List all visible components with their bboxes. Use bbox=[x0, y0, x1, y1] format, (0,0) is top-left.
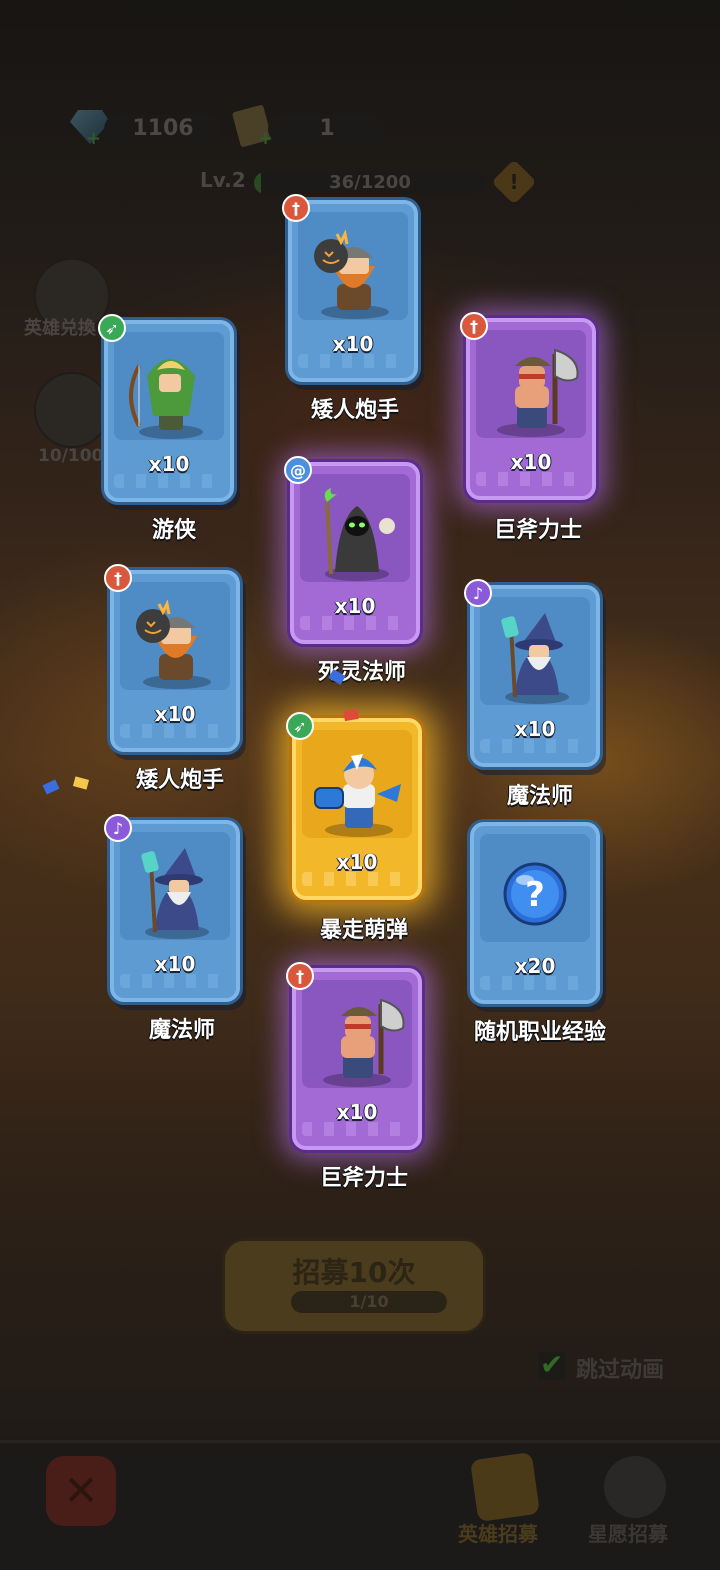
card-count: x10 bbox=[154, 952, 196, 976]
bow-icon: ➶ bbox=[286, 712, 314, 740]
xp-text: 36/1200 bbox=[329, 172, 411, 193]
wizard-icon bbox=[141, 848, 209, 939]
swirl-icon: @ bbox=[284, 456, 312, 484]
hero-card-name: 随机职业经验 bbox=[473, 1020, 606, 1045]
hero-card[interactable]: x10 † bbox=[282, 194, 418, 382]
card-count: x10 bbox=[154, 702, 196, 726]
hero-card[interactable]: x10 ♪ bbox=[104, 814, 240, 1002]
card-decoration bbox=[120, 724, 230, 738]
axe-warrior-icon bbox=[323, 998, 405, 1087]
hero-card[interactable]: x10 † bbox=[104, 564, 240, 752]
card-portrait: ? bbox=[480, 834, 590, 942]
rampage-gunner-icon bbox=[314, 754, 401, 837]
close-button[interactable]: ✕ bbox=[46, 1456, 116, 1526]
recruit-progress-bar: 1/10 bbox=[291, 1291, 447, 1313]
hero-card[interactable]: x10 ♪ bbox=[464, 579, 600, 767]
card-count: x10 bbox=[148, 452, 190, 476]
card-decoration bbox=[300, 616, 410, 630]
card-portrait bbox=[480, 597, 590, 705]
skip-animation-label: 跳过动画 bbox=[576, 1358, 665, 1383]
hero-card[interactable]: x10 ➶ bbox=[98, 314, 234, 502]
cannon-icon: † bbox=[104, 564, 132, 592]
necromancer-icon bbox=[324, 488, 395, 581]
hero-card-name: 游侠 bbox=[151, 518, 196, 543]
wizard-icon bbox=[501, 613, 569, 704]
card-decoration bbox=[302, 1122, 412, 1136]
hero-card[interactable]: x10 ➶ bbox=[286, 712, 422, 900]
xp-bar: 36/1200 bbox=[254, 172, 486, 194]
hero-card[interactable]: x10 @ bbox=[284, 456, 420, 644]
hero-card-name: 矮人炮手 bbox=[310, 398, 399, 423]
star-recruit-tab-icon[interactable] bbox=[604, 1456, 666, 1518]
star-shard-button[interactable] bbox=[34, 372, 110, 448]
card-decoration bbox=[120, 974, 230, 988]
card-count: x20 bbox=[514, 954, 556, 978]
ticket-counter: 1 bbox=[268, 114, 386, 144]
player-level: Lv.2 bbox=[200, 168, 246, 192]
check-icon: ✔ bbox=[540, 1348, 564, 1381]
card-count: x10 bbox=[332, 332, 374, 356]
hero-card[interactable]: x10 † bbox=[460, 312, 596, 500]
hero-recruit-tab-icon[interactable] bbox=[469, 1451, 541, 1523]
staff-icon: ♪ bbox=[464, 579, 492, 607]
hero-card-name: 暴走萌弹 bbox=[319, 918, 408, 943]
tab-star-recruit[interactable]: 星愿招募 bbox=[588, 1518, 668, 1547]
card-decoration bbox=[476, 472, 586, 486]
recruit-progress-text: 1/10 bbox=[349, 1292, 389, 1311]
card-decoration bbox=[480, 976, 590, 990]
hero-card[interactable]: x10 † bbox=[286, 962, 422, 1150]
card-count: x10 bbox=[334, 594, 376, 618]
card-portrait bbox=[302, 730, 412, 838]
axe-warrior-icon bbox=[497, 348, 579, 437]
staff-icon: ♪ bbox=[104, 814, 132, 842]
card-portrait bbox=[114, 332, 224, 440]
add-gems-icon: + bbox=[86, 128, 102, 149]
card-portrait bbox=[300, 474, 410, 582]
tab-hero-recruit[interactable]: 英雄招募 bbox=[458, 1518, 538, 1547]
card-count: x10 bbox=[336, 850, 378, 874]
question-orb-icon: ? bbox=[503, 862, 567, 926]
hero-card-name: 魔法师 bbox=[148, 1018, 215, 1043]
dwarf-bomber-icon bbox=[314, 229, 389, 319]
card-portrait bbox=[476, 330, 586, 438]
cannon-icon: † bbox=[286, 962, 314, 990]
warning-glyph: ! bbox=[509, 170, 519, 194]
recruit-10-label: 招募10次 bbox=[292, 1256, 416, 1289]
card-portrait bbox=[120, 582, 230, 690]
bow-icon: ➶ bbox=[98, 314, 126, 342]
question-mark: ? bbox=[525, 875, 545, 915]
hero-card-name: 矮人炮手 bbox=[135, 768, 224, 793]
hero-card-name: 巨斧力士 bbox=[319, 1166, 408, 1191]
hero-card-name: 魔法师 bbox=[506, 784, 573, 809]
card-portrait bbox=[298, 212, 408, 320]
card-portrait bbox=[120, 832, 230, 940]
hero-card[interactable]: ? x20 bbox=[470, 822, 600, 1004]
card-decoration bbox=[302, 872, 412, 886]
card-decoration bbox=[298, 354, 408, 368]
cannon-icon: † bbox=[460, 312, 488, 340]
cannon-icon: † bbox=[282, 194, 310, 222]
card-count: x10 bbox=[336, 1100, 378, 1124]
recruit-10-button[interactable]: 招募10次 1/10 bbox=[222, 1238, 486, 1334]
ranger-icon bbox=[129, 359, 203, 439]
gem-counter: 1106 bbox=[104, 114, 222, 144]
hero-card-name: 死灵法师 bbox=[317, 660, 406, 685]
card-count: x10 bbox=[510, 450, 552, 474]
card-portrait bbox=[302, 980, 412, 1088]
hero-card-name: 巨斧力士 bbox=[493, 518, 582, 543]
hero-exchange-label: 英雄兑換 bbox=[24, 318, 96, 339]
card-decoration bbox=[480, 739, 590, 753]
card-count: x10 bbox=[514, 717, 556, 741]
close-icon: ✕ bbox=[63, 1466, 99, 1515]
warning-icon[interactable]: ! bbox=[491, 159, 537, 205]
dwarf-bomber-icon bbox=[136, 599, 211, 689]
star-shard-counter: 10/100 bbox=[38, 446, 104, 466]
card-decoration bbox=[114, 474, 224, 488]
